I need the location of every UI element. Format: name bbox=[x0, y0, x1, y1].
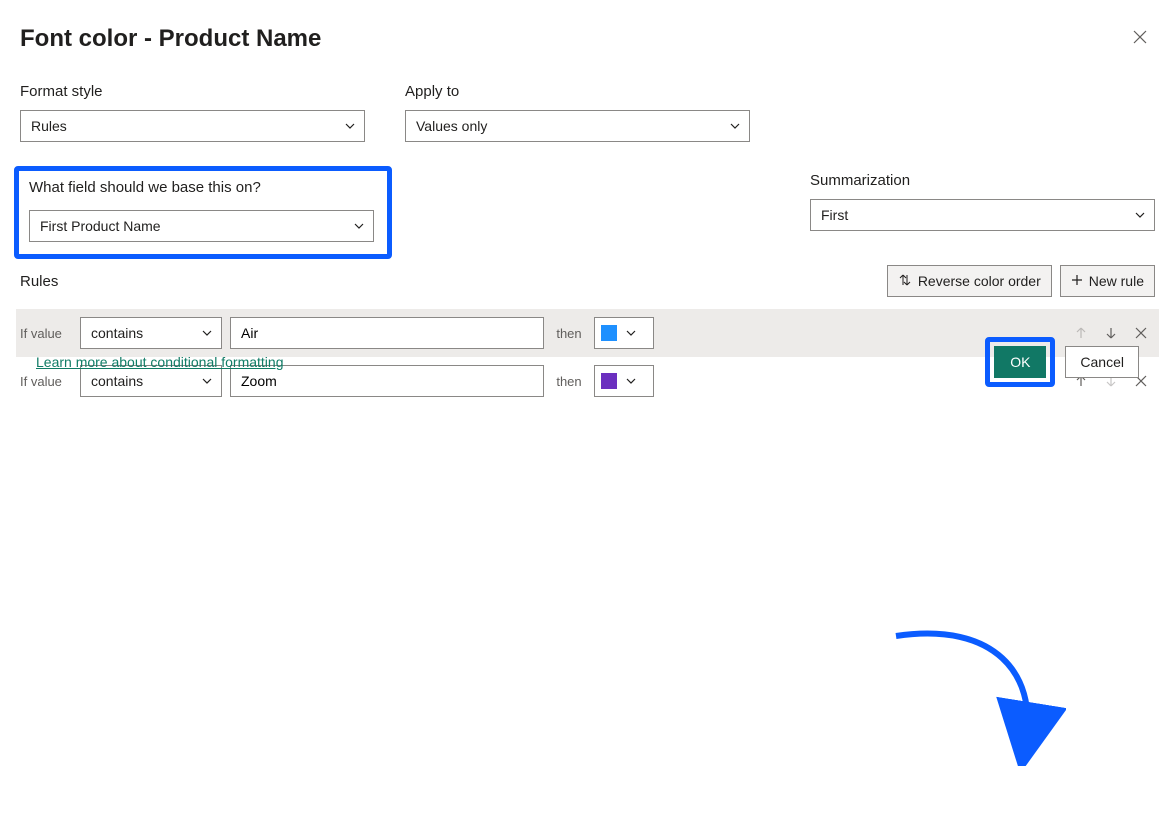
chevron-down-icon bbox=[344, 120, 356, 132]
reverse-color-order-label: Reverse color order bbox=[918, 273, 1041, 289]
dialog-footer: Learn more about conditional formatting … bbox=[36, 337, 1139, 387]
row-basefield-summarization: What field should we base this on? First… bbox=[16, 166, 1159, 259]
dropdown-base-field[interactable]: First Product Name bbox=[29, 210, 374, 242]
dropdown-base-field-value: First Product Name bbox=[40, 218, 161, 234]
highlight-ok: OK bbox=[985, 337, 1055, 387]
dropdown-format-style[interactable]: Rules bbox=[20, 110, 365, 142]
cancel-button[interactable]: Cancel bbox=[1065, 346, 1139, 378]
label-format-style: Format style bbox=[20, 83, 365, 100]
dropdown-apply-to[interactable]: Values only bbox=[405, 110, 750, 142]
close-icon bbox=[1133, 28, 1147, 48]
label-summarization: Summarization bbox=[810, 172, 1155, 189]
conditional-formatting-dialog: Font color - Product Name Format style R… bbox=[16, 0, 1159, 405]
field-summarization: Summarization First bbox=[810, 172, 1155, 231]
new-rule-button[interactable]: New rule bbox=[1060, 265, 1155, 297]
swap-icon bbox=[898, 273, 912, 290]
annotation-arrow bbox=[886, 626, 1066, 766]
highlight-base-field: What field should we base this on? First… bbox=[14, 166, 392, 259]
field-base-field-wrapper: What field should we base this on? First… bbox=[20, 166, 392, 259]
chevron-down-icon bbox=[1134, 209, 1146, 221]
chevron-down-icon bbox=[729, 120, 741, 132]
dropdown-format-style-value: Rules bbox=[31, 118, 67, 134]
rules-toolbar: Reverse color order New rule bbox=[887, 265, 1155, 297]
help-link[interactable]: Learn more about conditional formatting bbox=[36, 354, 283, 370]
field-apply-to: Apply to Values only bbox=[405, 83, 750, 142]
rules-header: Rules Reverse color order New rule bbox=[16, 265, 1159, 297]
chevron-down-icon bbox=[353, 220, 365, 232]
new-rule-label: New rule bbox=[1089, 273, 1144, 289]
dropdown-summarization-value: First bbox=[821, 207, 848, 223]
dropdown-apply-to-value: Values only bbox=[416, 118, 487, 134]
dropdown-summarization[interactable]: First bbox=[810, 199, 1155, 231]
dialog-title: Font color - Product Name bbox=[20, 25, 1125, 53]
dialog-header: Font color - Product Name bbox=[16, 24, 1159, 83]
ok-button[interactable]: OK bbox=[994, 346, 1046, 378]
footer-buttons: OK Cancel bbox=[985, 337, 1139, 387]
field-format-style: Format style Rules bbox=[20, 83, 365, 142]
label-base-field: What field should we base this on? bbox=[29, 179, 377, 196]
reverse-color-order-button[interactable]: Reverse color order bbox=[887, 265, 1052, 297]
plus-icon bbox=[1071, 273, 1083, 289]
close-button[interactable] bbox=[1125, 24, 1155, 53]
row-format-apply: Format style Rules Apply to Values only bbox=[16, 83, 1159, 142]
label-apply-to: Apply to bbox=[405, 83, 750, 100]
rules-label: Rules bbox=[20, 273, 887, 290]
